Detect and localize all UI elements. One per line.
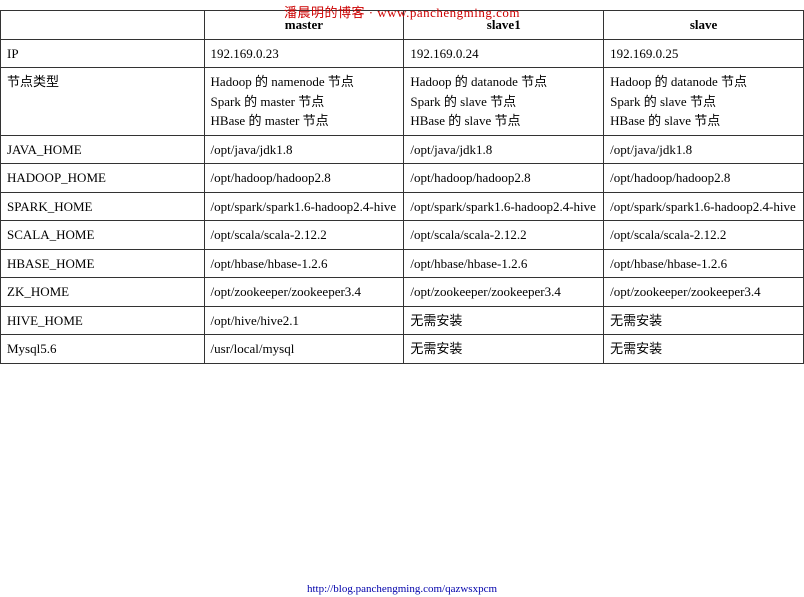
row-slave1: /opt/spark/spark1.6-hadoop2.4-hive	[404, 192, 604, 221]
header-master: master	[204, 11, 404, 40]
row-slave2: /opt/scala/scala-2.12.2	[604, 221, 804, 250]
row-master: /usr/local/mysql	[204, 335, 404, 364]
row-slave1: /opt/java/jdk1.8	[404, 135, 604, 164]
row-slave1: /opt/scala/scala-2.12.2	[404, 221, 604, 250]
row-master: /opt/java/jdk1.8	[204, 135, 404, 164]
page-wrapper: 潘晨明的博客 · www.panchengming.com master sla…	[0, 0, 804, 597]
row-label: JAVA_HOME	[1, 135, 205, 164]
row-slave2: Hadoop 的 datanode 节点Spark 的 slave 节点HBas…	[604, 68, 804, 136]
row-master: /opt/hbase/hbase-1.2.6	[204, 249, 404, 278]
row-master: Hadoop 的 namenode 节点Spark 的 master 节点HBa…	[204, 68, 404, 136]
row-label: HIVE_HOME	[1, 306, 205, 335]
header-slave2: slave	[604, 11, 804, 40]
table-row: SPARK_HOME /opt/spark/spark1.6-hadoop2.4…	[1, 192, 804, 221]
row-slave1: /opt/zookeeper/zookeeper3.4	[404, 278, 604, 307]
row-master: /opt/hadoop/hadoop2.8	[204, 164, 404, 193]
row-master: /opt/zookeeper/zookeeper3.4	[204, 278, 404, 307]
row-slave2: /opt/spark/spark1.6-hadoop2.4-hive	[604, 192, 804, 221]
row-master: /opt/spark/spark1.6-hadoop2.4-hive	[204, 192, 404, 221]
row-slave1: 192.169.0.24	[404, 39, 604, 68]
row-label: 节点类型	[1, 68, 205, 136]
table-header-row: master slave1 slave	[1, 11, 804, 40]
row-slave1: /opt/hadoop/hadoop2.8	[404, 164, 604, 193]
row-slave1: Hadoop 的 datanode 节点Spark 的 slave 节点HBas…	[404, 68, 604, 136]
table-row: HBASE_HOME /opt/hbase/hbase-1.2.6 /opt/h…	[1, 249, 804, 278]
row-label: HBASE_HOME	[1, 249, 205, 278]
table-row: Mysql5.6 /usr/local/mysql 无需安装 无需安装	[1, 335, 804, 364]
config-table: master slave1 slave IP 192.169.0.23 192.…	[0, 10, 804, 364]
row-master: /opt/hive/hive2.1	[204, 306, 404, 335]
header-slave1: slave1	[404, 11, 604, 40]
watermark-bottom: http://blog.panchengming.com/qazwsxpcm	[0, 583, 804, 595]
row-slave1: /opt/hbase/hbase-1.2.6	[404, 249, 604, 278]
row-label: IP	[1, 39, 205, 68]
row-label: ZK_HOME	[1, 278, 205, 307]
row-label: HADOOP_HOME	[1, 164, 205, 193]
row-label: SCALA_HOME	[1, 221, 205, 250]
table-row: JAVA_HOME /opt/java/jdk1.8 /opt/java/jdk…	[1, 135, 804, 164]
row-slave2: 无需安装	[604, 306, 804, 335]
header-label	[1, 11, 205, 40]
row-slave2: 无需安装	[604, 335, 804, 364]
row-slave2: /opt/java/jdk1.8	[604, 135, 804, 164]
table-row: ZK_HOME /opt/zookeeper/zookeeper3.4 /opt…	[1, 278, 804, 307]
table-row: SCALA_HOME /opt/scala/scala-2.12.2 /opt/…	[1, 221, 804, 250]
row-slave2: 192.169.0.25	[604, 39, 804, 68]
row-label: Mysql5.6	[1, 335, 205, 364]
row-label: SPARK_HOME	[1, 192, 205, 221]
row-master: /opt/scala/scala-2.12.2	[204, 221, 404, 250]
row-slave1: 无需安装	[404, 335, 604, 364]
row-slave2: /opt/hbase/hbase-1.2.6	[604, 249, 804, 278]
row-slave2: /opt/hadoop/hadoop2.8	[604, 164, 804, 193]
row-slave2: /opt/zookeeper/zookeeper3.4	[604, 278, 804, 307]
row-slave1: 无需安装	[404, 306, 604, 335]
table-row: 节点类型 Hadoop 的 namenode 节点Spark 的 master …	[1, 68, 804, 136]
table-row: HADOOP_HOME /opt/hadoop/hadoop2.8 /opt/h…	[1, 164, 804, 193]
table-row: IP 192.169.0.23 192.169.0.24 192.169.0.2…	[1, 39, 804, 68]
table-row: HIVE_HOME /opt/hive/hive2.1 无需安装 无需安装	[1, 306, 804, 335]
row-master: 192.169.0.23	[204, 39, 404, 68]
